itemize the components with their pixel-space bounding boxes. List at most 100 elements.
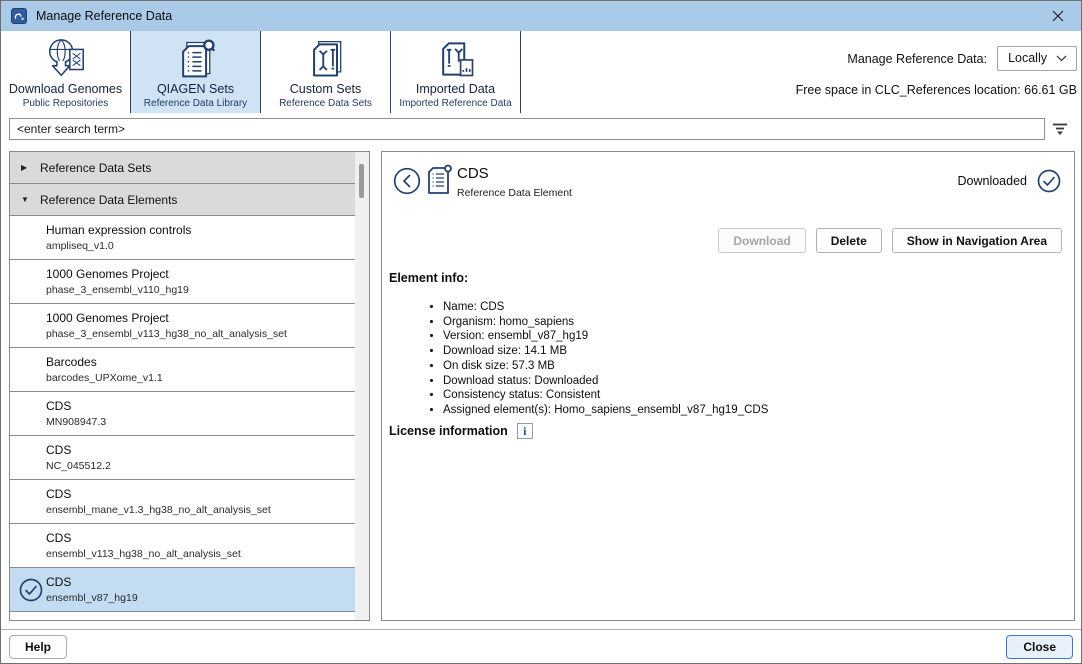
chevron-down-icon bbox=[1056, 55, 1067, 62]
filter-icon bbox=[1051, 122, 1069, 137]
collapsed-triangle-icon: ▶ bbox=[21, 163, 31, 172]
tab-sublabel: Reference Data Sets bbox=[279, 98, 372, 109]
list-item[interactable]: Human expression controls ampliseq_v1.0 bbox=[10, 216, 355, 260]
search-input[interactable] bbox=[9, 118, 1045, 140]
manage-reference-data-dialog: Manage Reference Data Download bbox=[0, 0, 1082, 664]
license-heading: License information bbox=[389, 424, 508, 438]
tab-label: Custom Sets bbox=[290, 82, 362, 96]
show-in-navigation-area-button[interactable]: Show in Navigation Area bbox=[892, 228, 1062, 253]
item-subtitle: barcodes_UPXome_v1.1 bbox=[46, 372, 355, 384]
tab-sublabel: Public Repositories bbox=[23, 98, 109, 109]
item-title: CDS bbox=[46, 399, 355, 413]
element-info-item: Assigned element(s): Homo_sapiens_ensemb… bbox=[443, 403, 768, 418]
reference-data-list: ▶ Reference Data Sets ▼ Reference Data E… bbox=[10, 152, 355, 620]
close-icon bbox=[1052, 10, 1064, 22]
list-item[interactable]: CDS ensembl_mane_v1.3_hg38_no_alt_analys… bbox=[10, 480, 355, 524]
element-info-list: Name: CDS Organism: homo_sapiens Version… bbox=[430, 300, 768, 418]
item-subtitle: phase_3_ensembl_v110_hg19 bbox=[46, 284, 355, 296]
item-title: CDS bbox=[46, 531, 355, 545]
item-subtitle: ensembl_v113_hg38_no_alt_analysis_set bbox=[46, 548, 355, 560]
item-subtitle: ampliseq_v1.0 bbox=[46, 240, 355, 252]
element-info-item: Name: CDS bbox=[443, 300, 768, 315]
back-icon bbox=[393, 167, 421, 195]
list-item[interactable]: 1000 Genomes Project phase_3_ensembl_v11… bbox=[10, 304, 355, 348]
group-label: Reference Data Sets bbox=[40, 161, 151, 175]
info-icon[interactable]: i bbox=[517, 423, 533, 439]
tab-sublabel: Imported Reference Data bbox=[399, 98, 511, 109]
check-circle-icon bbox=[19, 578, 43, 602]
item-title: CDS bbox=[46, 575, 355, 589]
tab-imported-data[interactable]: Imported Data Imported Reference Data bbox=[391, 31, 521, 113]
list-item[interactable]: CDS NC_045512.2 bbox=[10, 436, 355, 480]
titlebar: Manage Reference Data bbox=[1, 1, 1081, 31]
list-item[interactable]: CDS MN908947.3 bbox=[10, 392, 355, 436]
element-info-item: On disk size: 57.3 MB bbox=[443, 359, 768, 374]
status-check-circle-icon bbox=[1037, 169, 1061, 193]
reference-element-doc-icon bbox=[427, 164, 452, 195]
group-reference-data-sets[interactable]: ▶ Reference Data Sets bbox=[10, 152, 355, 184]
tab-sublabel: Reference Data Library bbox=[144, 98, 247, 109]
item-title: CDS bbox=[46, 487, 355, 501]
license-row: License information i bbox=[389, 423, 533, 439]
item-title: Human expression controls bbox=[46, 223, 355, 237]
search-row bbox=[9, 118, 1073, 142]
expanded-triangle-icon: ▼ bbox=[21, 195, 31, 204]
scrollbar-track bbox=[355, 152, 369, 620]
list-item-selected[interactable]: CDS ensembl_v87_hg19 bbox=[10, 568, 355, 612]
group-reference-data-elements[interactable]: ▼ Reference Data Elements bbox=[10, 184, 355, 216]
element-detail-panel: CDS Reference Data Element Downloaded Do… bbox=[381, 151, 1075, 621]
window-title: Manage Reference Data bbox=[36, 9, 172, 23]
element-info-item: Version: ensembl_v87_hg19 bbox=[443, 329, 768, 344]
item-subtitle: ensembl_mane_v1.3_hg38_no_alt_analysis_s… bbox=[46, 504, 355, 516]
action-buttons: Download Delete Show in Navigation Area bbox=[718, 228, 1062, 253]
status-text: Downloaded bbox=[958, 174, 1028, 188]
item-subtitle: MN908947.3 bbox=[46, 416, 355, 428]
group-label: Reference Data Elements bbox=[40, 193, 177, 207]
tabs: Download Genomes Public Repositories bbox=[1, 31, 1081, 113]
filter-button[interactable] bbox=[1049, 120, 1071, 138]
location-select[interactable]: Locally bbox=[997, 46, 1077, 71]
element-info-item: Download size: 14.1 MB bbox=[443, 344, 768, 359]
item-title: Barcodes bbox=[46, 355, 355, 369]
footer: Help Close bbox=[1, 629, 1081, 663]
qiagen-sets-icon bbox=[174, 37, 218, 81]
help-button[interactable]: Help bbox=[9, 635, 67, 659]
tab-label: QIAGEN Sets bbox=[157, 82, 234, 96]
tabstrip: Download Genomes Public Repositories bbox=[1, 31, 1081, 113]
detail-subtitle: Reference Data Element bbox=[457, 187, 572, 199]
delete-button[interactable]: Delete bbox=[816, 228, 882, 253]
manage-location-row: Manage Reference Data: Locally bbox=[847, 46, 1077, 71]
item-title: 1000 Genomes Project bbox=[46, 311, 355, 325]
reference-data-list-panel: ▶ Reference Data Sets ▼ Reference Data E… bbox=[9, 151, 370, 621]
item-subtitle: phase_3_ensembl_v113_hg38_no_alt_analysi… bbox=[46, 328, 355, 340]
download-button[interactable]: Download bbox=[718, 228, 805, 253]
close-button[interactable]: Close bbox=[1006, 635, 1073, 659]
element-info-heading: Element info: bbox=[389, 271, 468, 285]
detail-title: CDS bbox=[457, 165, 489, 182]
item-title: CDS bbox=[46, 443, 355, 457]
list-item[interactable]: Barcodes barcodes_UPXome_v1.1 bbox=[10, 348, 355, 392]
tab-download-genomes[interactable]: Download Genomes Public Repositories bbox=[1, 31, 131, 113]
download-genomes-icon bbox=[43, 37, 89, 81]
element-info-item: Download status: Downloaded bbox=[443, 374, 768, 389]
free-space-text: Free space in CLC_References location: 6… bbox=[796, 83, 1077, 97]
tab-custom-sets[interactable]: Custom Sets Reference Data Sets bbox=[261, 31, 391, 113]
scrollbar-thumb[interactable] bbox=[359, 164, 364, 198]
list-item[interactable]: CDS ensembl_v113_hg38_no_alt_analysis_se… bbox=[10, 524, 355, 568]
manage-location-label: Manage Reference Data: bbox=[847, 52, 987, 66]
tab-label: Download Genomes bbox=[9, 82, 122, 96]
download-status: Downloaded bbox=[958, 169, 1062, 193]
imported-data-icon bbox=[434, 37, 478, 81]
list-item[interactable]: 1000 Genomes Project phase_3_ensembl_v11… bbox=[10, 260, 355, 304]
custom-sets-icon bbox=[304, 37, 348, 81]
app-icon bbox=[11, 8, 27, 24]
item-title: 1000 Genomes Project bbox=[46, 267, 355, 281]
back-button[interactable] bbox=[393, 167, 421, 195]
item-subtitle: ensembl_v87_hg19 bbox=[46, 592, 355, 604]
location-select-value: Locally bbox=[1008, 51, 1047, 65]
tab-qiagen-sets[interactable]: QIAGEN Sets Reference Data Library bbox=[131, 31, 261, 113]
tab-label: Imported Data bbox=[416, 82, 495, 96]
window-close-button[interactable] bbox=[1035, 1, 1081, 31]
element-info-item: Consistency status: Consistent bbox=[443, 388, 768, 403]
item-subtitle: NC_045512.2 bbox=[46, 460, 355, 472]
